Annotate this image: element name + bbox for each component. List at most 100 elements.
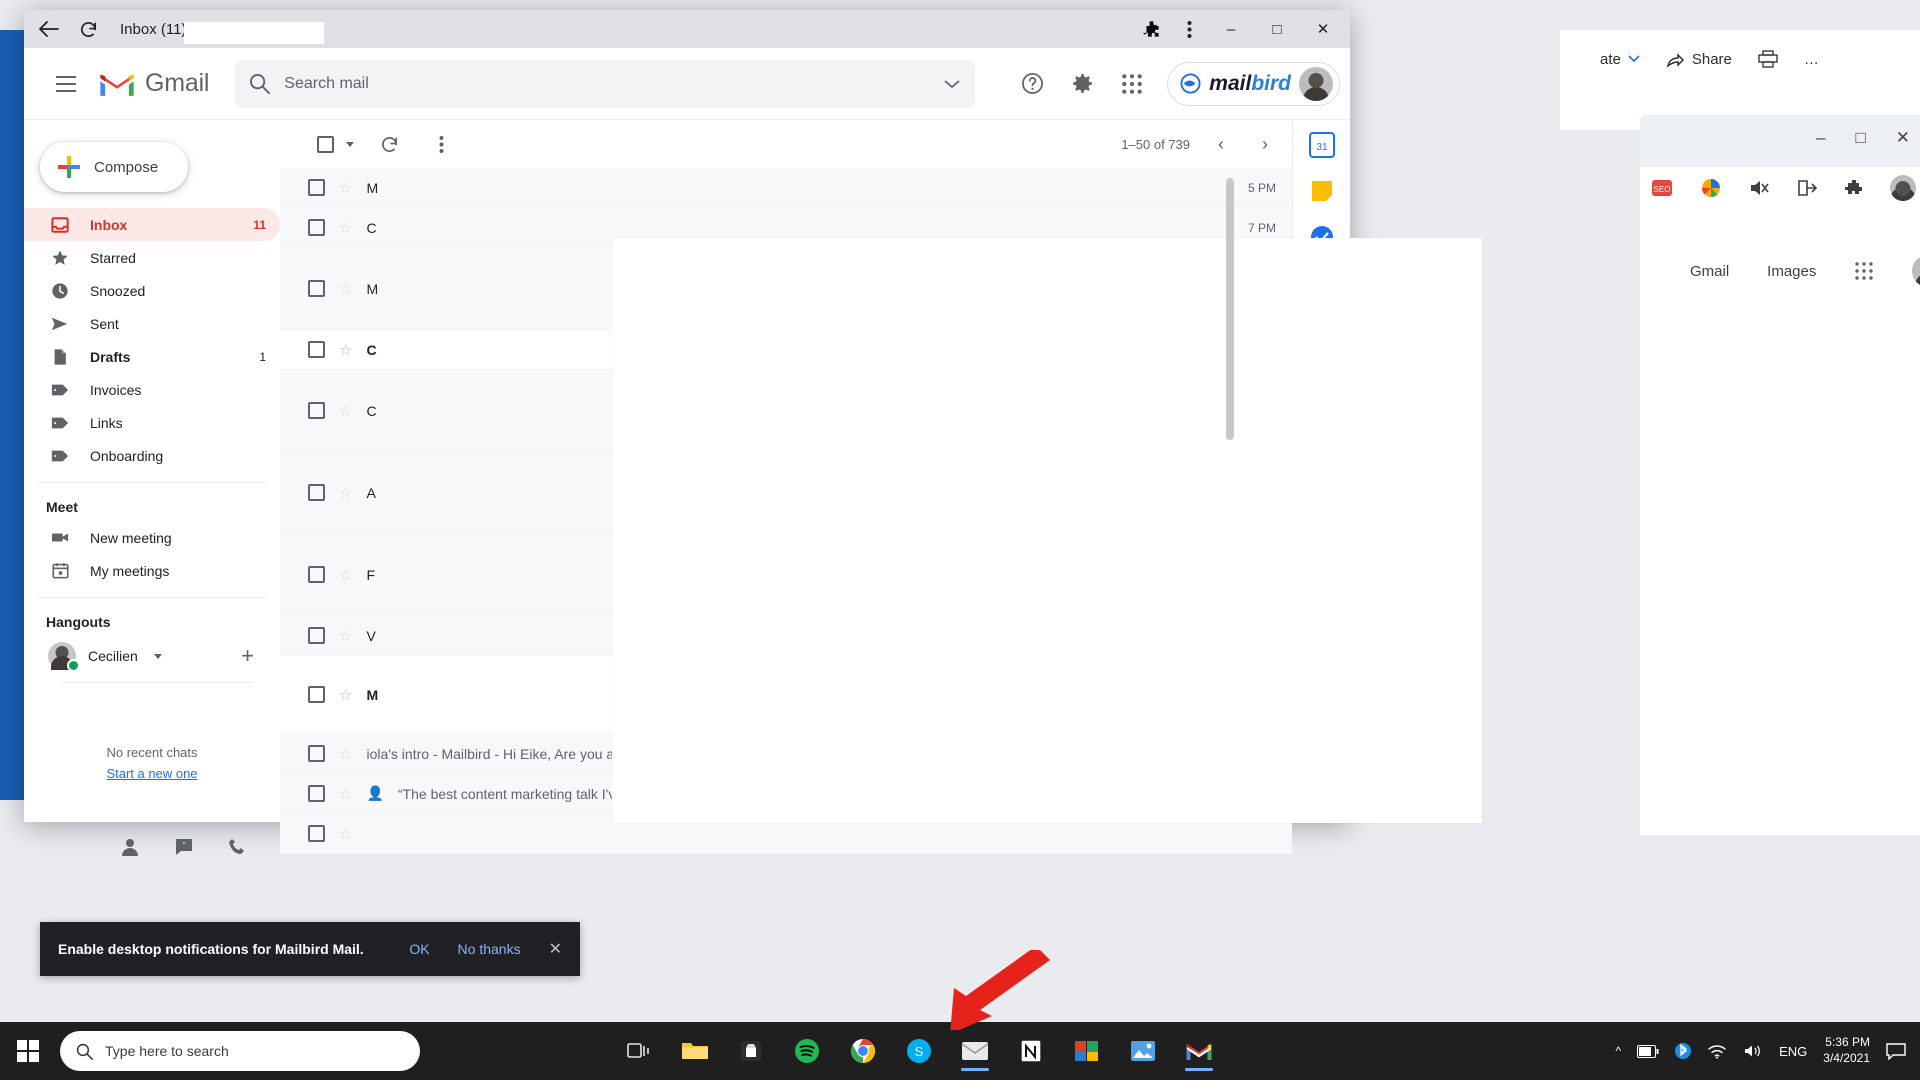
- apps-grid-icon[interactable]: [1854, 261, 1874, 281]
- star-icon[interactable]: ☆: [339, 402, 352, 420]
- scrollbar-thumb[interactable]: [1226, 178, 1234, 440]
- mute-tab-icon[interactable]: [1748, 178, 1770, 198]
- select-all-dropdown-icon[interactable]: [346, 141, 354, 147]
- chat-icon[interactable]: ": [174, 837, 194, 857]
- taskbar-app-spotify[interactable]: [785, 1029, 829, 1073]
- wifi-icon[interactable]: [1707, 1043, 1727, 1059]
- row-checkbox[interactable]: [308, 785, 325, 802]
- start-button[interactable]: [0, 1022, 56, 1080]
- taskbar-app-gmail[interactable]: [1177, 1029, 1221, 1073]
- chevron-right-icon[interactable]: ›: [1252, 134, 1278, 155]
- hangouts-user-row[interactable]: Cecilien +: [24, 636, 280, 676]
- chevron-left-icon[interactable]: ‹: [1208, 134, 1234, 155]
- star-icon[interactable]: ☆: [339, 219, 352, 237]
- keep-addon-icon[interactable]: [1309, 178, 1335, 204]
- search-input[interactable]: [284, 74, 930, 93]
- bluetooth-icon[interactable]: [1675, 1042, 1692, 1060]
- taskbar-app-photos[interactable]: [1121, 1029, 1165, 1073]
- toast-ok-button[interactable]: OK: [409, 941, 429, 957]
- taskbar-app-file-explorer[interactable]: [673, 1029, 717, 1073]
- background-minimize-button[interactable]: –: [1816, 128, 1825, 148]
- background-close-button[interactable]: ✕: [1896, 128, 1910, 148]
- sidebar-item-links[interactable]: Links: [24, 406, 280, 439]
- plus-icon[interactable]: +: [241, 643, 254, 669]
- notification-icon[interactable]: [1886, 1042, 1906, 1060]
- star-icon[interactable]: ☆: [339, 341, 352, 359]
- row-checkbox[interactable]: [308, 566, 325, 583]
- phone-icon[interactable]: [228, 837, 248, 857]
- back-button[interactable]: [28, 13, 68, 45]
- row-checkbox[interactable]: [308, 627, 325, 644]
- sidebar-item-new-meeting[interactable]: New meeting: [24, 521, 280, 554]
- settings-button[interactable]: [1059, 61, 1105, 107]
- task-view-button[interactable]: [617, 1029, 661, 1073]
- table-row[interactable]: ☆ M 5 PM: [280, 168, 1292, 208]
- chevron-down-icon[interactable]: [153, 653, 162, 659]
- start-new-chat-link[interactable]: Start a new one: [24, 766, 280, 781]
- volume-icon[interactable]: [1743, 1043, 1763, 1059]
- sidebar-item-drafts[interactable]: Drafts 1: [24, 340, 280, 373]
- select-all-checkbox[interactable]: [308, 127, 342, 161]
- minimize-button[interactable]: –: [1208, 10, 1254, 48]
- sidebar-item-my-meetings[interactable]: My meetings: [24, 554, 280, 587]
- toast-no-thanks-button[interactable]: No thanks: [458, 941, 521, 957]
- chevron-down-icon[interactable]: [943, 79, 961, 89]
- maximize-button[interactable]: □: [1254, 10, 1300, 48]
- compose-button[interactable]: Compose: [40, 142, 188, 192]
- row-checkbox[interactable]: [308, 179, 325, 196]
- office-more-button[interactable]: …: [1804, 51, 1819, 68]
- google-link-gmail[interactable]: Gmail: [1690, 263, 1729, 280]
- row-checkbox[interactable]: [308, 219, 325, 236]
- window-more-menu-button[interactable]: [1170, 13, 1208, 45]
- row-checkbox[interactable]: [308, 280, 325, 297]
- office-share-button[interactable]: Share: [1666, 51, 1732, 68]
- google-apps-button[interactable]: [1109, 61, 1155, 107]
- refresh-button[interactable]: [372, 127, 406, 161]
- window-controls[interactable]: – □ ✕: [1208, 10, 1346, 48]
- taskbar-app-notion[interactable]: [1009, 1029, 1053, 1073]
- star-icon[interactable]: ☆: [339, 785, 352, 803]
- star-icon[interactable]: ☆: [339, 566, 352, 584]
- row-checkbox[interactable]: [308, 686, 325, 703]
- star-icon[interactable]: ☆: [339, 745, 352, 763]
- row-checkbox[interactable]: [308, 484, 325, 501]
- taskbar-app-office[interactable]: [1065, 1029, 1109, 1073]
- contacts-icon[interactable]: [120, 837, 140, 857]
- sidebar-item-sent[interactable]: Sent: [24, 307, 280, 340]
- sidebar-item-onboarding[interactable]: Onboarding: [24, 439, 280, 472]
- star-icon[interactable]: ☆: [339, 179, 352, 197]
- clock[interactable]: 5:36 PM 3/4/2021: [1823, 1035, 1870, 1066]
- battery-icon[interactable]: [1637, 1044, 1659, 1058]
- calendar-addon-icon[interactable]: 31: [1308, 132, 1335, 158]
- taskbar-search[interactable]: Type here to search: [60, 1031, 420, 1071]
- search-bar[interactable]: [235, 59, 976, 108]
- language-indicator[interactable]: ENG: [1779, 1044, 1807, 1059]
- sidebar-item-snoozed[interactable]: Snoozed: [24, 274, 280, 307]
- refresh-button[interactable]: [68, 13, 108, 45]
- google-link-images[interactable]: Images: [1767, 263, 1816, 280]
- sidebar-item-starred[interactable]: Starred: [24, 241, 280, 274]
- row-checkbox[interactable]: [308, 341, 325, 358]
- close-icon[interactable]: ✕: [549, 939, 562, 959]
- sidebar-item-inbox[interactable]: Inbox 11: [24, 208, 280, 241]
- star-icon[interactable]: ☆: [339, 686, 352, 704]
- background-google-avatar[interactable]: [1912, 255, 1920, 287]
- office-date-dropdown[interactable]: ate: [1600, 51, 1640, 68]
- chevron-up-icon[interactable]: ^: [1615, 1044, 1621, 1058]
- star-icon[interactable]: ☆: [339, 627, 352, 645]
- row-checkbox[interactable]: [308, 402, 325, 419]
- more-options-button[interactable]: [424, 127, 458, 161]
- office-print-button[interactable]: [1758, 50, 1778, 68]
- mailbird-account-badge[interactable]: mailbird: [1167, 61, 1340, 106]
- taskbar-app-skype[interactable]: S: [897, 1029, 941, 1073]
- background-maximize-button[interactable]: □: [1855, 128, 1865, 148]
- puzzle-piece-icon[interactable]: [1844, 178, 1864, 198]
- background-chrome-window-controls[interactable]: – □ ✕: [1816, 128, 1910, 148]
- help-button[interactable]: [1009, 61, 1055, 107]
- star-icon[interactable]: ☆: [339, 280, 352, 298]
- star-icon[interactable]: ☆: [339, 825, 352, 843]
- avatar[interactable]: [1299, 66, 1333, 101]
- list-scrollbar[interactable]: [1226, 178, 1234, 818]
- main-menu-button[interactable]: [42, 60, 90, 108]
- extensions-button[interactable]: [1132, 13, 1170, 45]
